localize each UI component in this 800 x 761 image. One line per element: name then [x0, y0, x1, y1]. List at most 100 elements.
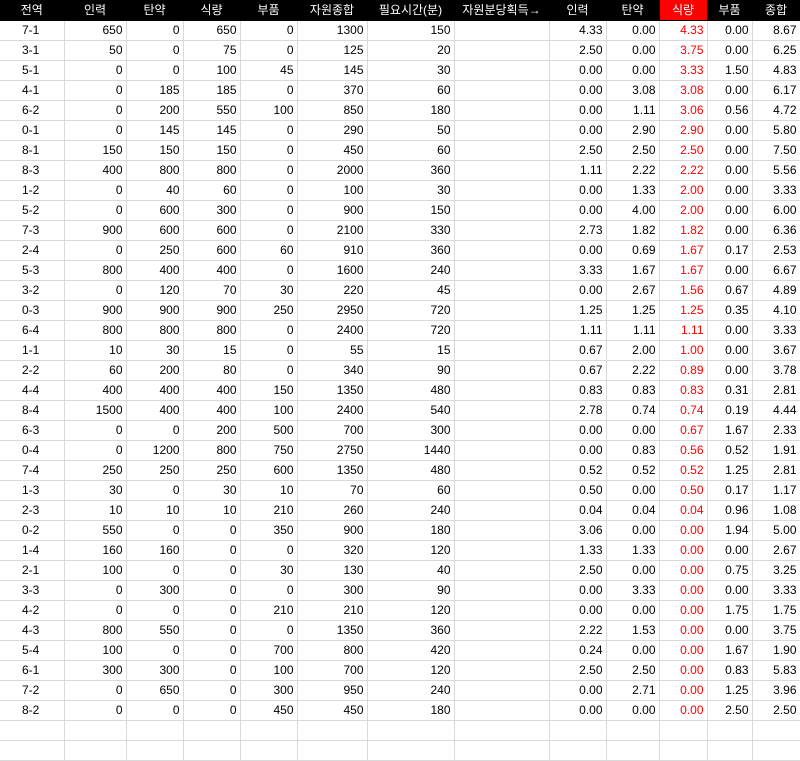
data-cell[interactable]: 0 [64, 440, 127, 461]
data-cell[interactable]: 40 [126, 180, 184, 201]
data-cell[interactable] [454, 500, 550, 521]
data-cell[interactable]: 550 [126, 620, 184, 641]
data-cell[interactable]: 650 [126, 680, 184, 701]
data-cell[interactable]: 210 [297, 600, 368, 621]
data-cell[interactable]: 0.00 [707, 40, 753, 61]
data-cell[interactable]: 0.17 [707, 240, 753, 261]
food-rate-cell[interactable]: 0.04 [659, 500, 708, 521]
data-cell[interactable]: 550 [183, 100, 241, 121]
data-cell[interactable]: 10 [126, 500, 184, 521]
data-cell[interactable]: 0 [64, 240, 127, 261]
data-cell[interactable]: 400 [183, 260, 241, 281]
data-cell[interactable]: 300 [240, 680, 298, 701]
food-rate-cell[interactable]: 0.52 [659, 460, 708, 481]
data-cell[interactable]: 800 [64, 320, 127, 341]
data-cell[interactable]: 0 [126, 700, 184, 721]
data-cell[interactable] [454, 260, 550, 281]
data-cell[interactable]: 0.00 [549, 680, 607, 701]
area-cell[interactable]: 4-4 [0, 380, 65, 401]
data-cell[interactable]: 2400 [297, 320, 368, 341]
data-cell[interactable]: 45 [240, 60, 298, 81]
data-cell[interactable]: 300 [126, 580, 184, 601]
food-rate-cell[interactable]: 2.50 [659, 140, 708, 161]
data-cell[interactable]: 150 [64, 140, 127, 161]
data-cell[interactable]: 0 [240, 180, 298, 201]
data-cell[interactable]: 0 [240, 220, 298, 241]
data-cell[interactable]: 0.00 [707, 320, 753, 341]
data-cell[interactable]: 0 [64, 80, 127, 101]
data-cell[interactable]: 0 [240, 580, 298, 601]
food-rate-cell[interactable]: 0.00 [659, 520, 708, 541]
data-cell[interactable]: 160 [64, 540, 127, 561]
data-cell[interactable]: 1.25 [606, 300, 660, 321]
data-cell[interactable]: 0.83 [606, 380, 660, 401]
data-cell[interactable]: 3.33 [752, 580, 800, 601]
data-cell[interactable]: 800 [183, 320, 241, 341]
data-cell[interactable]: 30 [64, 480, 127, 501]
data-cell[interactable] [454, 640, 550, 661]
data-cell[interactable]: 1.17 [752, 480, 800, 501]
data-cell[interactable]: 2.90 [606, 120, 660, 141]
data-cell[interactable]: 800 [183, 160, 241, 181]
data-cell[interactable]: 1.25 [707, 680, 753, 701]
data-cell[interactable]: 250 [64, 460, 127, 481]
food-rate-cell[interactable]: 0.00 [659, 540, 708, 561]
data-cell[interactable] [752, 740, 800, 761]
data-cell[interactable]: 0.00 [707, 80, 753, 101]
data-cell[interactable]: 0.00 [707, 20, 753, 41]
data-cell[interactable]: 0 [183, 540, 241, 561]
area-cell[interactable]: 1-1 [0, 340, 65, 361]
data-cell[interactable]: 30 [240, 280, 298, 301]
data-cell[interactable]: 1.33 [606, 540, 660, 561]
food-rate-cell[interactable]: 2.90 [659, 120, 708, 141]
food-rate-cell[interactable]: 0.00 [659, 680, 708, 701]
data-cell[interactable]: 15 [183, 340, 241, 361]
data-cell[interactable]: 750 [240, 440, 298, 461]
data-cell[interactable]: 1.33 [606, 180, 660, 201]
data-cell[interactable]: 4.10 [752, 300, 800, 321]
data-cell[interactable] [454, 360, 550, 381]
data-cell[interactable]: 0.00 [606, 60, 660, 81]
data-cell[interactable]: 75 [183, 40, 241, 61]
data-cell[interactable]: 0.00 [707, 260, 753, 281]
area-cell[interactable]: 1-3 [0, 480, 65, 501]
data-cell[interactable]: 0 [183, 660, 241, 681]
data-cell[interactable] [454, 160, 550, 181]
data-cell[interactable]: 500 [240, 420, 298, 441]
data-cell[interactable]: 2.50 [549, 140, 607, 161]
data-cell[interactable]: 100 [183, 60, 241, 81]
data-cell[interactable]: 900 [297, 520, 368, 541]
data-cell[interactable] [454, 240, 550, 261]
data-cell[interactable]: 0 [64, 580, 127, 601]
data-cell[interactable]: 220 [297, 280, 368, 301]
data-cell[interactable]: 700 [297, 420, 368, 441]
data-cell[interactable]: 0.00 [549, 120, 607, 141]
data-cell[interactable]: 0.69 [606, 240, 660, 261]
area-cell[interactable]: 8-1 [0, 140, 65, 161]
data-cell[interactable]: 0.00 [707, 580, 753, 601]
data-cell[interactable] [454, 740, 550, 761]
data-cell[interactable]: 0.52 [549, 460, 607, 481]
area-cell[interactable]: 6-4 [0, 320, 65, 341]
data-cell[interactable]: 2750 [297, 440, 368, 461]
food-rate-cell[interactable]: 1.11 [659, 320, 708, 341]
data-cell[interactable]: 800 [297, 640, 368, 661]
data-cell[interactable]: 700 [240, 640, 298, 661]
data-cell[interactable]: 60 [240, 240, 298, 261]
data-cell[interactable] [454, 40, 550, 61]
data-cell[interactable]: 2.22 [606, 360, 660, 381]
data-cell[interactable]: 3.06 [549, 520, 607, 541]
data-cell[interactable]: 300 [367, 420, 455, 441]
data-cell[interactable]: 0 [64, 600, 127, 621]
area-cell[interactable]: 3-2 [0, 280, 65, 301]
food-rate-cell[interactable]: 0.56 [659, 440, 708, 461]
data-cell[interactable]: 90 [367, 580, 455, 601]
data-cell[interactable]: 2.00 [606, 340, 660, 361]
data-cell[interactable]: 5.83 [752, 660, 800, 681]
data-cell[interactable]: 2.50 [707, 700, 753, 721]
data-cell[interactable]: 900 [64, 220, 127, 241]
data-cell[interactable]: 150 [183, 140, 241, 161]
data-cell[interactable]: 400 [64, 380, 127, 401]
header-cell[interactable]: 부품 [240, 0, 298, 21]
data-cell[interactable]: 100 [240, 400, 298, 421]
